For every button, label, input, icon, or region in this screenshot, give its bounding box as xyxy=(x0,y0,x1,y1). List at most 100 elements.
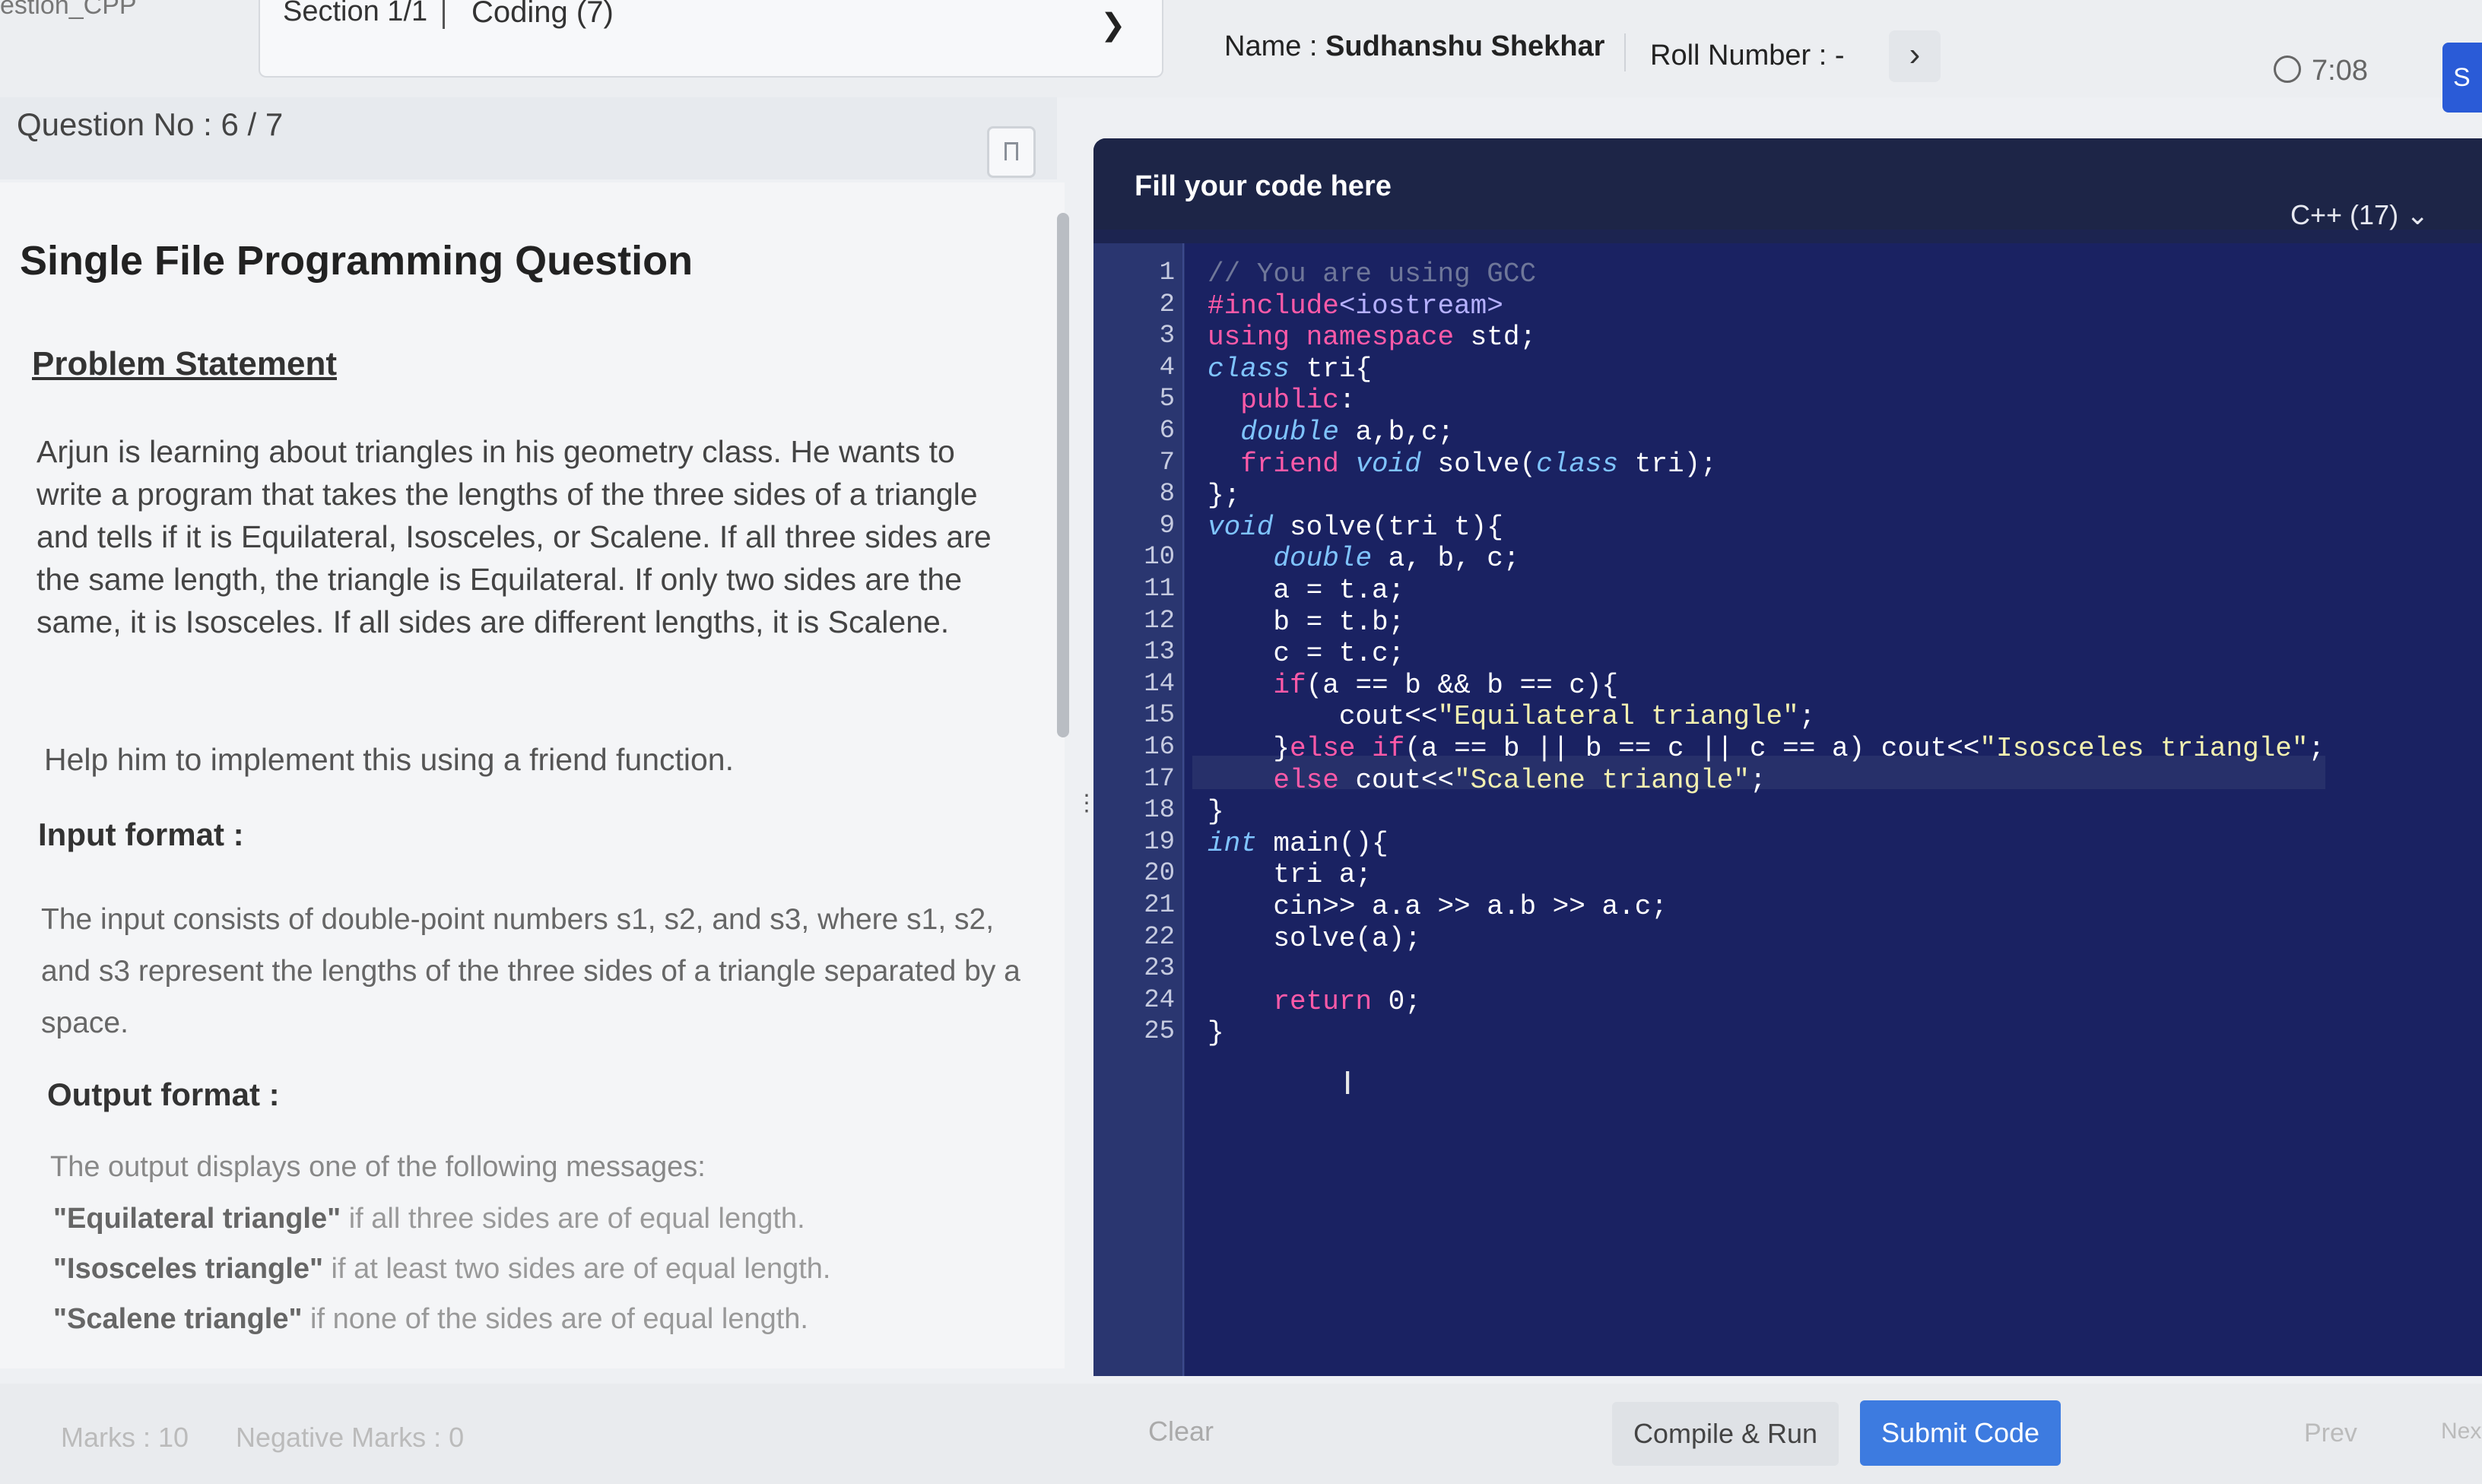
line-number: 17 xyxy=(1144,764,1175,794)
line-number: 19 xyxy=(1144,827,1175,857)
line-number: 20 xyxy=(1144,859,1175,889)
line-number: 14 xyxy=(1144,669,1175,699)
code-line[interactable]: solve(a); xyxy=(1208,923,1420,954)
problem-statement-heading: Problem Statement xyxy=(32,345,337,382)
code-line[interactable]: using namespace std; xyxy=(1208,322,1536,353)
output-option: "Isosceles triangle" if at least two sid… xyxy=(53,1253,831,1286)
line-number: 2 xyxy=(1159,290,1175,319)
section-selector[interactable]: Section 1/1 Coding (7) ❯ xyxy=(259,0,1163,78)
timer: 7:08 xyxy=(2274,55,2368,87)
test-name-label: estion_CPP xyxy=(0,0,137,20)
output-option: "Equilateral triangle" if all three side… xyxy=(53,1203,805,1235)
output-option-label: "Scalene triangle" xyxy=(53,1303,303,1335)
line-number: 4 xyxy=(1159,353,1175,382)
name-value: Sudhanshu Shekhar xyxy=(1325,30,1605,62)
output-option-desc: if none of the sides are of equal length… xyxy=(302,1303,808,1335)
code-line[interactable]: a = t.a; xyxy=(1208,575,1404,606)
panel-resize-handle[interactable]: ⋮⋮ xyxy=(1075,792,1121,832)
code-line[interactable]: void solve(tri t){ xyxy=(1208,512,1503,543)
output-option-desc: if all three sides are of equal length. xyxy=(341,1203,805,1235)
code-line[interactable]: // You are using GCC xyxy=(1208,258,1536,290)
code-line[interactable]: cin>> a.a >> a.b >> a.c; xyxy=(1208,891,1668,922)
code-line[interactable]: double a,b,c; xyxy=(1208,417,1454,448)
next-button[interactable]: Next xyxy=(2441,1419,2482,1444)
line-number: 16 xyxy=(1144,733,1175,762)
problem-statement-text: Arjun is learning about triangles in his… xyxy=(36,434,992,639)
marks-label: Marks : 10 xyxy=(61,1422,189,1453)
language-selector[interactable]: C++ (17) ⌄ xyxy=(2290,199,2429,231)
output-option-desc: if at least two sides are of equal lengt… xyxy=(322,1253,831,1285)
negative-marks-label: Negative Marks : 0 xyxy=(236,1422,465,1453)
gutter-divider xyxy=(1182,243,1184,1376)
code-line[interactable]: c = t.c; xyxy=(1208,638,1404,669)
code-line[interactable]: if(a == b && b == c){ xyxy=(1208,670,1618,701)
code-line[interactable]: return 0; xyxy=(1208,986,1420,1017)
line-number: 22 xyxy=(1144,922,1175,952)
line-number: 7 xyxy=(1159,448,1175,477)
timer-value: 7:08 xyxy=(2312,55,2368,87)
compile-run-button[interactable]: Compile & Run xyxy=(1612,1402,1839,1466)
divider xyxy=(443,0,445,29)
line-number: 10 xyxy=(1144,543,1175,572)
line-number: 6 xyxy=(1159,417,1175,446)
line-number: 21 xyxy=(1144,891,1175,920)
question-number: Question No : 6 / 7 xyxy=(17,106,284,142)
roll-number: Roll Number : - xyxy=(1650,40,1845,71)
output-option-label: "Equilateral triangle" xyxy=(53,1203,341,1235)
code-line[interactable]: else cout<<"Scalene triangle"; xyxy=(1208,765,1766,796)
category-label: Coding (7) xyxy=(471,0,614,29)
bookmark-button[interactable] xyxy=(987,126,1036,178)
input-format-heading: Input format : xyxy=(38,817,244,852)
clock-icon xyxy=(2274,55,2301,83)
code-line[interactable]: int main(){ xyxy=(1208,828,1389,859)
line-number: 9 xyxy=(1159,511,1175,541)
prev-button[interactable]: Prev xyxy=(2304,1419,2357,1448)
line-number: 8 xyxy=(1159,480,1175,509)
candidate-name: Name : Sudhanshu Shekhar xyxy=(1224,30,1604,63)
bookmark-icon xyxy=(1005,142,1018,166)
submit-code-button[interactable]: Submit Code xyxy=(1860,1400,2061,1466)
code-line[interactable]: }else if(a == b || b == c || c == a) cou… xyxy=(1208,733,2325,764)
next-question-button[interactable]: › xyxy=(1889,30,1941,82)
chevron-right-icon: › xyxy=(1909,36,1921,73)
output-format-intro: The output displays one of the following… xyxy=(50,1151,706,1183)
line-number: 12 xyxy=(1144,606,1175,636)
output-option-label: "Isosceles triangle" xyxy=(53,1253,323,1285)
question-scrollbar[interactable] xyxy=(1057,213,1069,737)
output-format-heading: Output format : xyxy=(47,1077,280,1112)
line-number: 13 xyxy=(1144,638,1175,667)
line-number: 15 xyxy=(1144,701,1175,731)
line-number: 24 xyxy=(1144,985,1175,1015)
code-line[interactable]: #include<iostream> xyxy=(1208,290,1503,322)
language-label: C++ (17) xyxy=(2290,199,2399,230)
input-format-text: The input consists of double-point numbe… xyxy=(41,903,1020,1039)
section-label: Section 1/1 xyxy=(283,0,428,27)
code-line[interactable]: } xyxy=(1208,796,1224,827)
code-line[interactable]: }; xyxy=(1208,480,1240,511)
line-number: 18 xyxy=(1144,796,1175,826)
code-line[interactable]: b = t.b; xyxy=(1208,607,1404,638)
question-title: Single File Programming Question xyxy=(20,238,694,284)
chevron-down-icon[interactable]: ❯ xyxy=(1100,8,1126,43)
line-number: 3 xyxy=(1159,322,1175,351)
line-number: 1 xyxy=(1159,258,1175,287)
help-text: Help him to implement this using a frien… xyxy=(44,742,735,777)
code-line[interactable]: double a, b, c; xyxy=(1208,543,1519,574)
text-cursor-icon: I xyxy=(1343,1064,1353,1102)
code-line[interactable]: cout<<"Equilateral triangle"; xyxy=(1208,701,1816,732)
line-number: 23 xyxy=(1144,954,1175,984)
submit-test-button[interactable]: S xyxy=(2442,43,2482,113)
line-number: 11 xyxy=(1144,575,1175,604)
line-number: 5 xyxy=(1159,385,1175,414)
code-line[interactable]: friend void solve(class tri); xyxy=(1208,449,1717,480)
code-line[interactable]: } xyxy=(1208,1017,1224,1048)
chevron-down-icon: ⌄ xyxy=(2406,199,2430,230)
code-line[interactable]: public: xyxy=(1208,385,1355,416)
code-area[interactable] xyxy=(1185,243,2482,1376)
divider xyxy=(1624,33,1626,71)
code-line[interactable]: tri a; xyxy=(1208,859,1372,890)
editor-title: Fill your code here xyxy=(1135,170,1392,202)
clear-button[interactable]: Clear xyxy=(1148,1416,1214,1448)
code-line[interactable]: class tri{ xyxy=(1208,354,1372,385)
output-option: "Scalene triangle" if none of the sides … xyxy=(53,1303,808,1336)
